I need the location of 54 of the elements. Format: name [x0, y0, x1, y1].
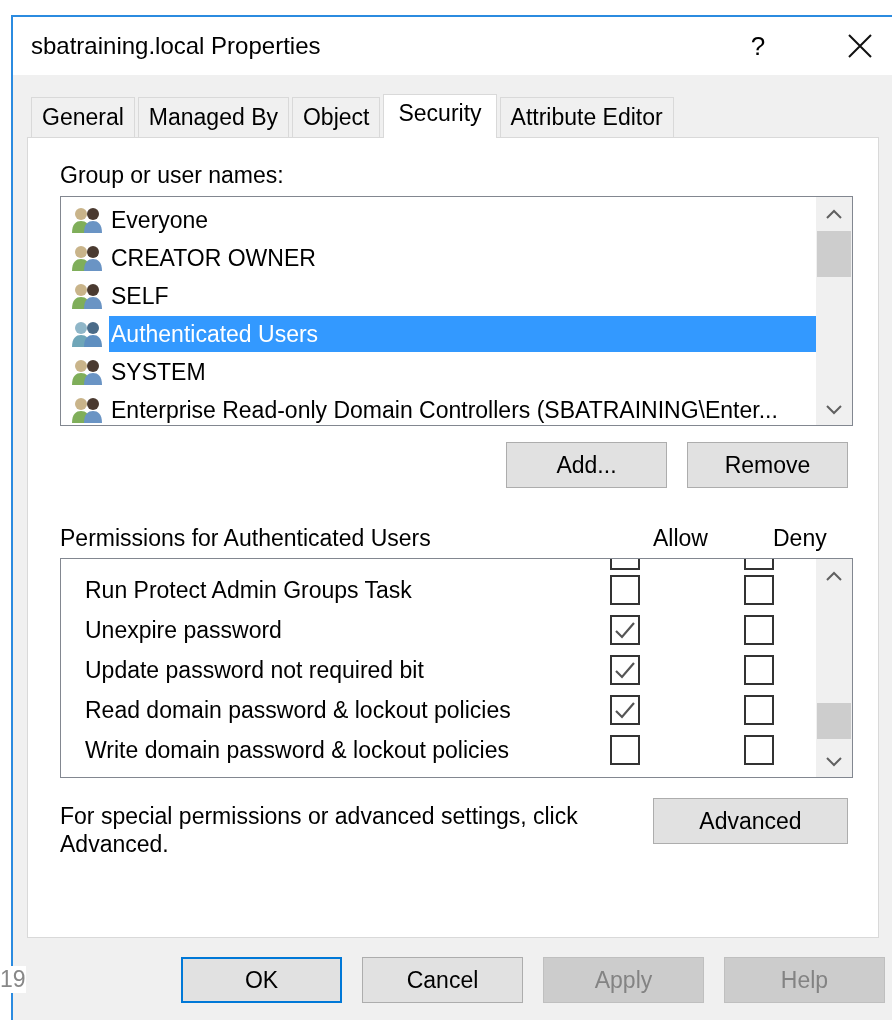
close-icon: [848, 34, 872, 58]
checkbox[interactable]: [744, 575, 774, 605]
page-number: 19: [0, 966, 26, 993]
permission-name: Run Protect Admin Groups Task: [85, 576, 413, 604]
group-list-label: Group or user names:: [60, 162, 285, 190]
tab[interactable]: Object: [291, 97, 381, 137]
advanced-note: For special permissions or advanced settings, click Advanced.: [60, 802, 579, 858]
users-icon: [71, 320, 105, 348]
checkbox[interactable]: [744, 615, 774, 645]
users-icon: [71, 358, 105, 386]
list-item[interactable]: SELF: [109, 278, 171, 314]
tab[interactable]: Security: [383, 94, 497, 138]
scrollbar-thumb[interactable]: [817, 231, 851, 277]
users-icon: [71, 396, 105, 424]
checkbox[interactable]: [610, 575, 640, 605]
scroll-up-icon[interactable]: [826, 571, 842, 581]
push-button[interactable]: Cancel: [362, 957, 523, 1003]
scroll-down-icon[interactable]: [826, 757, 842, 767]
permission-name: Read domain password & lockout policies: [85, 696, 512, 724]
tab[interactable]: Managed By: [137, 97, 289, 137]
permission-name: Update password not required bit: [85, 656, 425, 684]
push-button[interactable]: Remove: [687, 442, 848, 488]
checkbox[interactable]: [744, 695, 774, 725]
checkbox[interactable]: [744, 655, 774, 685]
list-item[interactable]: SYSTEM: [109, 354, 208, 390]
checkbox[interactable]: [610, 695, 640, 725]
scrollbar[interactable]: [816, 197, 852, 425]
advanced-button[interactable]: Advanced: [653, 798, 848, 844]
checkbox[interactable]: [744, 735, 774, 765]
window-title: sbatraining.local Properties: [31, 32, 322, 60]
permissions-label: Permissions for Authenticated Users: [60, 524, 432, 552]
checkbox[interactable]: [610, 735, 640, 765]
users-icon: [71, 244, 105, 272]
checkbox[interactable]: [610, 615, 640, 645]
push-button[interactable]: Add...: [506, 442, 667, 488]
allow-column-header: Allow: [653, 524, 709, 552]
permission-name: Unexpire password: [85, 616, 283, 644]
checkbox[interactable]: [610, 655, 640, 685]
list-item[interactable]: CREATOR OWNER: [109, 240, 318, 276]
deny-column-header: Deny: [773, 524, 828, 552]
group-list[interactable]: Everyone CREATOR OWNER SELF Authenticated Users SYSTEM Enterprise Read-only Domain Controllers (SBATRAINING\Enter...: [60, 196, 853, 426]
tab[interactable]: Attribute Editor: [499, 97, 674, 137]
scroll-down-icon[interactable]: [826, 405, 842, 415]
tab[interactable]: General: [31, 97, 135, 137]
permission-name: Write domain password & lockout policies: [85, 736, 510, 764]
list-item[interactable]: Enterprise Read-only Domain Controllers (SBATRAINING\Enter...: [109, 392, 780, 425]
scrollbar[interactable]: [816, 559, 852, 777]
list-item[interactable]: Everyone: [109, 202, 211, 238]
help-button[interactable]: ?: [743, 26, 773, 66]
scroll-up-icon[interactable]: [826, 209, 842, 219]
scrollbar-thumb[interactable]: [817, 703, 851, 739]
users-icon: [71, 206, 105, 234]
users-icon: [71, 282, 105, 310]
push-button[interactable]: OK: [181, 957, 342, 1003]
